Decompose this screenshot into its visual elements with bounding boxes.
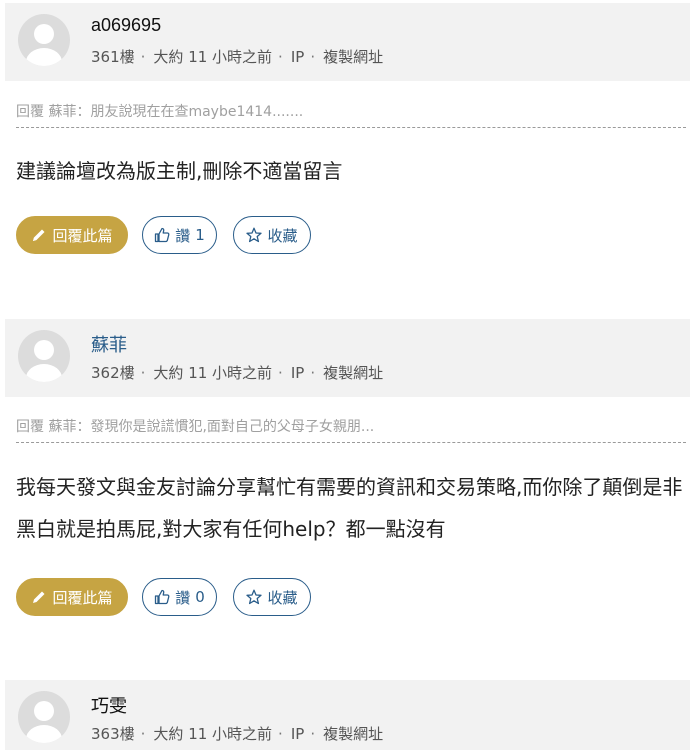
floor-number: 361樓 xyxy=(91,48,135,66)
favorite-label: 收藏 xyxy=(267,226,298,245)
like-count: 1 xyxy=(195,226,205,244)
post-header: a069695 361樓 · 大約 11 小時之前 · IP · 複製網址 xyxy=(5,3,690,81)
post-body: 我每天發文與金友討論分享幫忙有需要的資訊和交易策略,而你除了顛倒是非黑白就是拍馬… xyxy=(16,475,683,541)
post-meta: 363樓 · 大約 11 小時之前 · IP · 複製網址 xyxy=(91,723,384,744)
reply-button[interactable]: 回覆此篇 xyxy=(16,578,128,616)
username[interactable]: a069695 xyxy=(91,15,161,36)
ip-link[interactable]: IP xyxy=(291,725,304,743)
copy-link[interactable]: 複製網址 xyxy=(323,362,383,383)
post-header: 巧雯 363樓 · 大約 11 小時之前 · IP · 複製網址 xyxy=(5,680,690,750)
post-time: 大約 11 小時之前 xyxy=(153,364,273,382)
reply-label: 回覆此篇 xyxy=(52,226,113,245)
username[interactable]: 蘇菲 xyxy=(91,331,127,357)
like-button[interactable]: 讚1 xyxy=(142,216,217,254)
pencil-icon xyxy=(31,227,47,243)
user-avatar[interactable] xyxy=(18,330,70,382)
post-time: 大約 11 小時之前 xyxy=(153,48,273,66)
quoted-reply: 回覆 蘇菲：發現你是說謊慣犯,面對自己的父母子女親朋... xyxy=(16,416,686,443)
like-label: 讚 xyxy=(175,226,191,245)
ip-link[interactable]: IP xyxy=(291,48,304,66)
star-icon xyxy=(246,227,263,243)
copy-link[interactable]: 複製網址 xyxy=(323,723,383,744)
thumbs-up-icon xyxy=(154,227,170,243)
like-label: 讚 xyxy=(175,588,191,607)
like-button[interactable]: 讚0 xyxy=(142,578,217,616)
username[interactable]: 巧雯 xyxy=(91,692,127,718)
ip-link[interactable]: IP xyxy=(291,364,304,382)
reply-button[interactable]: 回覆此篇 xyxy=(16,216,128,254)
floor-number: 362樓 xyxy=(91,364,135,382)
favorite-button[interactable]: 收藏 xyxy=(233,578,311,616)
post-header: 蘇菲 362樓 · 大約 11 小時之前 · IP · 複製網址 xyxy=(5,319,690,397)
post-meta: 362樓 · 大約 11 小時之前 · IP · 複製網址 xyxy=(91,362,384,383)
quoted-reply: 回覆 蘇菲：朋友說現在在查maybe1414....... xyxy=(16,101,686,128)
post-time: 大約 11 小時之前 xyxy=(153,725,273,743)
post-meta: 361樓 · 大約 11 小時之前 · IP · 複製網址 xyxy=(91,46,384,67)
user-avatar[interactable] xyxy=(18,691,70,743)
pencil-icon xyxy=(31,589,47,605)
thumbs-up-icon xyxy=(154,589,170,605)
copy-link[interactable]: 複製網址 xyxy=(323,46,383,67)
post-body: 建議論壇改為版主制,刪除不適當留言 xyxy=(16,159,343,183)
user-avatar[interactable] xyxy=(18,14,70,66)
like-count: 0 xyxy=(195,588,205,606)
favorite-label: 收藏 xyxy=(267,588,298,607)
star-icon xyxy=(246,589,263,605)
favorite-button[interactable]: 收藏 xyxy=(233,216,311,254)
reply-label: 回覆此篇 xyxy=(52,588,113,607)
floor-number: 363樓 xyxy=(91,725,135,743)
